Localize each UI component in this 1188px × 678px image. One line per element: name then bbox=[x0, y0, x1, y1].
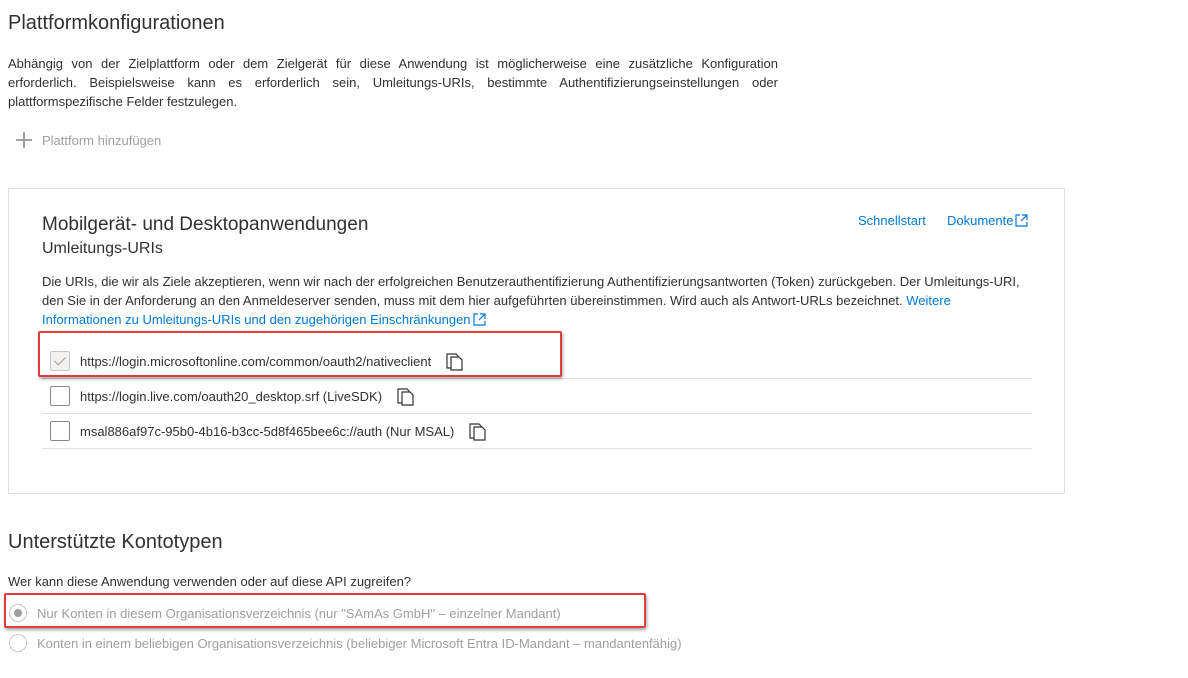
radio-icon[interactable] bbox=[9, 634, 27, 652]
copy-icon[interactable] bbox=[396, 386, 414, 406]
card-subtitle: Umleitungs-URIs bbox=[42, 240, 163, 257]
quickstart-link[interactable]: Schnellstart bbox=[858, 213, 926, 228]
account-option-label: Konten in einem beliebigen Organisations… bbox=[37, 635, 682, 651]
add-platform-label: Plattform hinzufügen bbox=[42, 132, 162, 148]
account-option-highlight-box bbox=[4, 593, 646, 628]
redirect-uri-row: https://login.live.com/oauth20_desktop.s… bbox=[42, 379, 1032, 414]
redirect-uri-description-text: Die URIs, die wir als Ziele akzeptieren,… bbox=[42, 274, 1020, 308]
uri-value: https://login.live.com/oauth20_desktop.s… bbox=[80, 388, 383, 404]
external-link-icon bbox=[472, 313, 486, 326]
docs-link-wrapper[interactable]: Dokumente bbox=[947, 213, 1029, 228]
account-types-question: Wer kann diese Anwendung verwenden oder … bbox=[8, 574, 412, 589]
plus-icon bbox=[16, 132, 32, 148]
card-title: Mobilgerät- und Desktopanwendungen bbox=[42, 214, 369, 235]
uri-checkbox[interactable] bbox=[50, 386, 70, 406]
docs-link[interactable]: Dokumente bbox=[947, 213, 1013, 228]
add-platform-button[interactable]: Plattform hinzufügen bbox=[16, 132, 161, 148]
redirect-uri-row: msal886af97c-95b0-4b16-b3cc-5d8f465bee6c… bbox=[42, 414, 1032, 449]
copy-icon[interactable] bbox=[468, 421, 486, 441]
uri-value: msal886af97c-95b0-4b16-b3cc-5d8f465bee6c… bbox=[80, 423, 455, 439]
redirect-uri-description: Die URIs, die wir als Ziele akzeptieren,… bbox=[42, 272, 1032, 329]
platform-config-description: Abhängig von der Zielplattform oder dem … bbox=[8, 56, 778, 109]
uri-highlight-box bbox=[38, 331, 562, 377]
account-option-multi-tenant[interactable]: Konten in einem beliebigen Organisations… bbox=[9, 634, 682, 652]
account-types-title: Unterstützte Kontotypen bbox=[8, 531, 223, 553]
external-link-icon bbox=[1015, 214, 1029, 227]
uri-checkbox[interactable] bbox=[50, 421, 70, 441]
platform-config-title: Plattformkonfigurationen bbox=[8, 12, 225, 34]
